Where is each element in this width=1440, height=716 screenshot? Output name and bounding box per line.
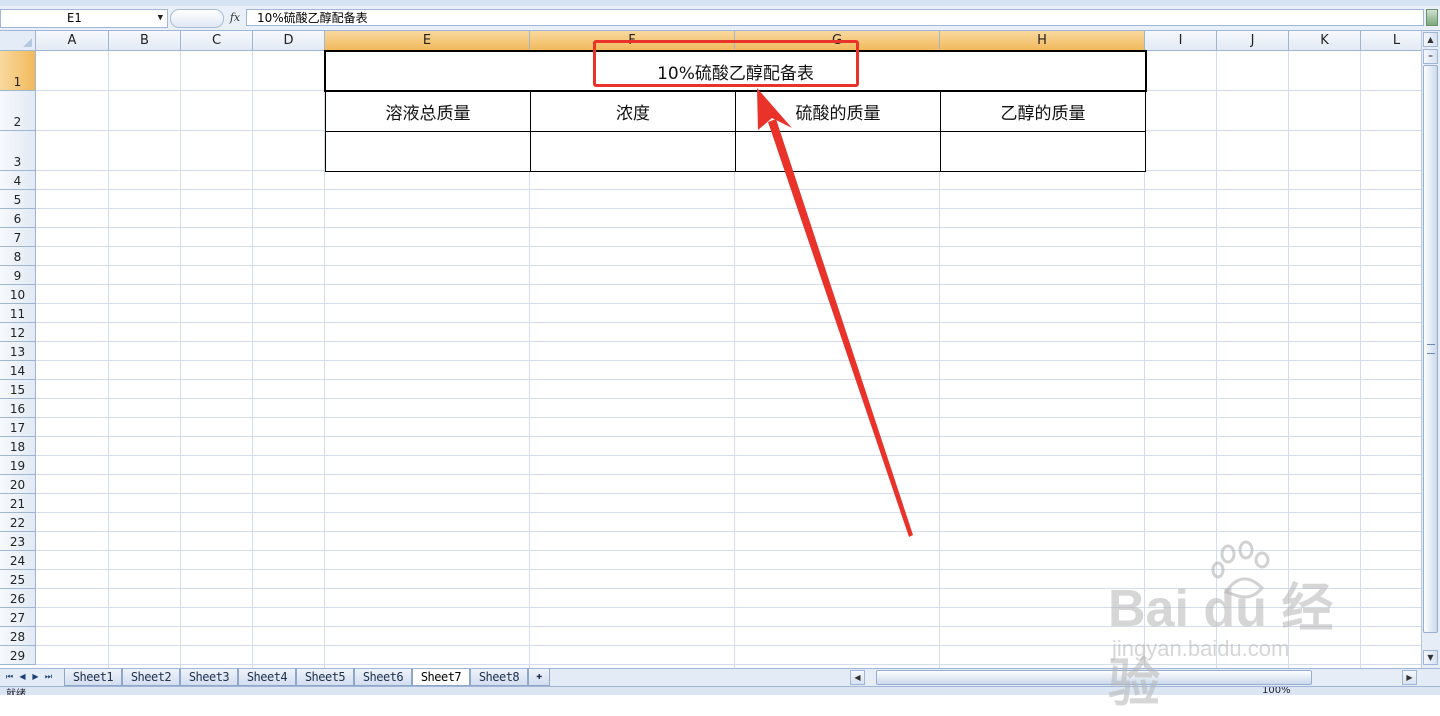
row-header-2[interactable]: 2 [0, 91, 36, 131]
row-header-7[interactable]: 7 [0, 228, 36, 247]
sheet-tab-sheet7[interactable]: Sheet7 [412, 669, 470, 686]
row-header-23[interactable]: 23 [0, 532, 36, 551]
row-header-14[interactable]: 14 [0, 361, 36, 380]
last-sheet-icon[interactable]: ⏭ [43, 671, 54, 683]
sheet-tab-sheet1[interactable]: Sheet1 [64, 669, 122, 686]
row-header-17[interactable]: 17 [0, 418, 36, 437]
annotation-highlight-box [593, 40, 859, 87]
row-header-15[interactable]: 15 [0, 380, 36, 399]
scroll-down-icon[interactable]: ▼ [1423, 650, 1438, 665]
name-box-value: E1 [67, 11, 82, 25]
column-header-k[interactable]: K [1289, 31, 1361, 51]
horizontal-scrollbar[interactable]: ◀ ▶ [850, 670, 1421, 685]
row-header-20[interactable]: 20 [0, 475, 36, 494]
sheet-tab-sheet3[interactable]: Sheet3 [180, 669, 238, 686]
row-header-26[interactable]: 26 [0, 589, 36, 608]
first-sheet-icon[interactable]: ⏮ [4, 671, 15, 683]
column-header-l[interactable]: L [1361, 31, 1421, 51]
sheet-tab-bar: ⏮ ◀ ▶ ⏭ ◀ ▶ Sheet1 Sheet2 Sheet3 Sheet4 Shee… [0, 668, 1440, 686]
column-header-j[interactable]: J [1217, 31, 1289, 51]
table-data-cell[interactable] [530, 131, 736, 172]
insert-sheet-icon[interactable]: ✚ [528, 669, 550, 686]
column-header-b[interactable]: B [109, 31, 181, 51]
row-header-9[interactable]: 9 [0, 266, 36, 285]
table-header-cell[interactable]: 硫酸的质量 [735, 91, 941, 132]
row-header-25[interactable]: 25 [0, 570, 36, 589]
name-box[interactable]: E1 ▼ [0, 9, 168, 28]
prev-sheet-icon[interactable]: ◀ [17, 671, 28, 683]
select-all-button[interactable] [0, 31, 36, 51]
vertical-scrollbar[interactable]: ▲ ═ ▼ [1421, 31, 1440, 668]
row-header-24[interactable]: 24 [0, 551, 36, 570]
row-header-28[interactable]: 28 [0, 627, 36, 646]
table-data-cell[interactable] [735, 131, 941, 172]
vertical-scroll-thumb[interactable] [1423, 65, 1438, 633]
row-header-27[interactable]: 27 [0, 608, 36, 627]
row-header-21[interactable]: 21 [0, 494, 36, 513]
row-header-4[interactable]: 4 [0, 171, 36, 190]
row-header-11[interactable]: 11 [0, 304, 36, 323]
sheet-tab-sheet5[interactable]: Sheet5 [296, 669, 354, 686]
table-data-cell[interactable] [940, 131, 1146, 172]
row-header-1[interactable]: 1 [0, 51, 36, 91]
status-ready: 就绪 [6, 689, 26, 695]
table-header-cell[interactable]: 乙醇的质量 [940, 91, 1146, 132]
row-header-29[interactable]: 29 [0, 646, 36, 665]
sheet-tab-sheet2[interactable]: Sheet2 [122, 669, 180, 686]
scroll-left-icon[interactable]: ◀ [850, 670, 865, 685]
scroll-up-icon[interactable]: ▲ [1423, 32, 1438, 47]
row-header-22[interactable]: 22 [0, 513, 36, 532]
column-header-a[interactable]: A [36, 31, 109, 51]
column-header-h[interactable]: H [940, 31, 1145, 51]
horizontal-scroll-thumb[interactable] [876, 670, 1312, 685]
row-header-19[interactable]: 19 [0, 456, 36, 475]
column-header-d[interactable]: D [253, 31, 325, 51]
row-header-18[interactable]: 18 [0, 437, 36, 456]
column-header-e[interactable]: E [325, 31, 530, 51]
scroll-right-icon[interactable]: ▶ [1402, 670, 1417, 685]
row-header-10[interactable]: 10 [0, 285, 36, 304]
status-bar: 就绪 100% [0, 686, 1440, 695]
expand-formula-bar-button[interactable] [1426, 9, 1438, 26]
next-sheet-icon[interactable]: ▶ [30, 671, 41, 683]
formula-buttons[interactable] [170, 9, 224, 28]
column-header-i[interactable]: I [1145, 31, 1217, 51]
row-header-13[interactable]: 13 [0, 342, 36, 361]
row-header-8[interactable]: 8 [0, 247, 36, 266]
formula-bar: E1 ▼ fx 10%硫酸乙醇配备表 [0, 6, 1440, 31]
worksheet-grid[interactable]: A B C D E F G H I J K L 1 2 3 4 5 6 7 8 9 10 11 12 13 14 15 16 17 18 1… [0, 31, 1421, 668]
column-header-c[interactable]: C [181, 31, 253, 51]
sheet-tab-sheet8[interactable]: Sheet8 [470, 669, 528, 686]
formula-input[interactable]: 10%硫酸乙醇配备表 [246, 9, 1424, 26]
table-header-cell[interactable]: 浓度 [530, 91, 736, 132]
row-header-5[interactable]: 5 [0, 190, 36, 209]
zoom-level[interactable]: 100% [1262, 687, 1291, 695]
sheet-tab-sheet4[interactable]: Sheet4 [238, 669, 296, 686]
sheet-tab-sheet6[interactable]: Sheet6 [354, 669, 412, 686]
row-header-12[interactable]: 12 [0, 323, 36, 342]
split-box[interactable]: ═ [1423, 49, 1438, 64]
row-header-6[interactable]: 6 [0, 209, 36, 228]
table-data-cell[interactable] [325, 131, 531, 172]
table-header-cell[interactable]: 溶液总质量 [325, 91, 531, 132]
insert-function-icon[interactable]: fx [226, 9, 244, 26]
row-header-3[interactable]: 3 [0, 131, 36, 171]
chevron-down-icon[interactable]: ▼ [158, 10, 163, 27]
row-header-16[interactable]: 16 [0, 399, 36, 418]
